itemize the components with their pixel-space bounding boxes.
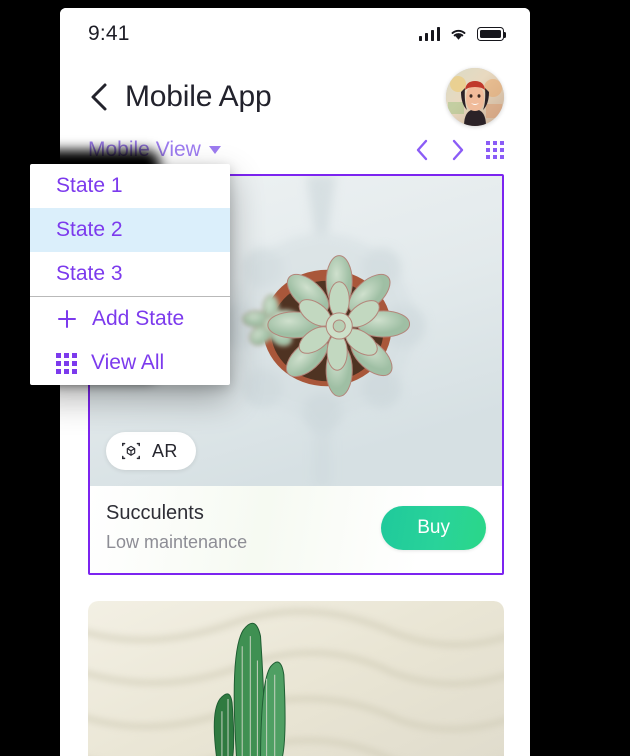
status-bar: 9:41 bbox=[60, 8, 530, 60]
card-gap bbox=[88, 575, 504, 601]
chevron-down-icon bbox=[208, 146, 221, 154]
grid-view-icon[interactable] bbox=[486, 141, 504, 159]
next-state-button[interactable] bbox=[450, 138, 466, 162]
buy-button[interactable]: Buy bbox=[381, 505, 486, 550]
dropdown-item-state-1[interactable]: State 1 bbox=[30, 164, 230, 208]
plus-icon bbox=[58, 310, 76, 328]
dropdown-item-state-2[interactable]: State 2 bbox=[30, 208, 230, 252]
dropdown-item-label: State 2 bbox=[56, 218, 123, 241]
dropdown-item-label: View All bbox=[91, 351, 165, 374]
header-left: Mobile App bbox=[88, 80, 272, 114]
card-title: Succulents bbox=[106, 502, 204, 524]
card-text: Succulents Low maintenance bbox=[106, 502, 247, 553]
dropdown-item-state-3[interactable]: State 3 bbox=[30, 252, 230, 296]
status-time: 9:41 bbox=[88, 22, 130, 45]
battery-full-icon bbox=[477, 27, 507, 41]
dropdown-item-label: State 3 bbox=[56, 262, 123, 285]
dropdown-item-label: State 1 bbox=[56, 174, 123, 197]
wifi-icon bbox=[451, 29, 466, 40]
page-title: Mobile App bbox=[125, 80, 272, 113]
ar-cube-icon bbox=[122, 442, 140, 460]
card-body: Succulents Low maintenance Buy bbox=[90, 486, 502, 573]
dropdown-item-view-all[interactable]: View All bbox=[30, 341, 230, 385]
screenshot-root: 9:41 Mobile App View AR Succulents Low m… bbox=[0, 0, 630, 756]
ar-badge[interactable]: AR bbox=[106, 432, 196, 470]
state-dropdown-menu[interactable]: State 1 State 2 State 3 Add State View A… bbox=[30, 164, 230, 385]
card-subtitle: Low maintenance bbox=[106, 532, 248, 552]
ar-label: AR bbox=[152, 440, 178, 461]
toolbar-right bbox=[414, 138, 504, 162]
grid-view-icon bbox=[56, 352, 77, 374]
dropdown-item-add-state[interactable]: Add State bbox=[30, 297, 230, 341]
dropdown-item-label: Add State bbox=[92, 307, 185, 330]
avatar[interactable] bbox=[446, 68, 504, 126]
app-header: Mobile App bbox=[60, 60, 530, 126]
chevron-left-icon[interactable] bbox=[88, 81, 110, 113]
status-icons bbox=[418, 26, 507, 41]
signal-bars-icon bbox=[418, 26, 440, 41]
product-card-cactus[interactable] bbox=[88, 601, 504, 756]
prev-state-button[interactable] bbox=[414, 138, 430, 162]
cactus-plant-photo bbox=[88, 601, 504, 756]
